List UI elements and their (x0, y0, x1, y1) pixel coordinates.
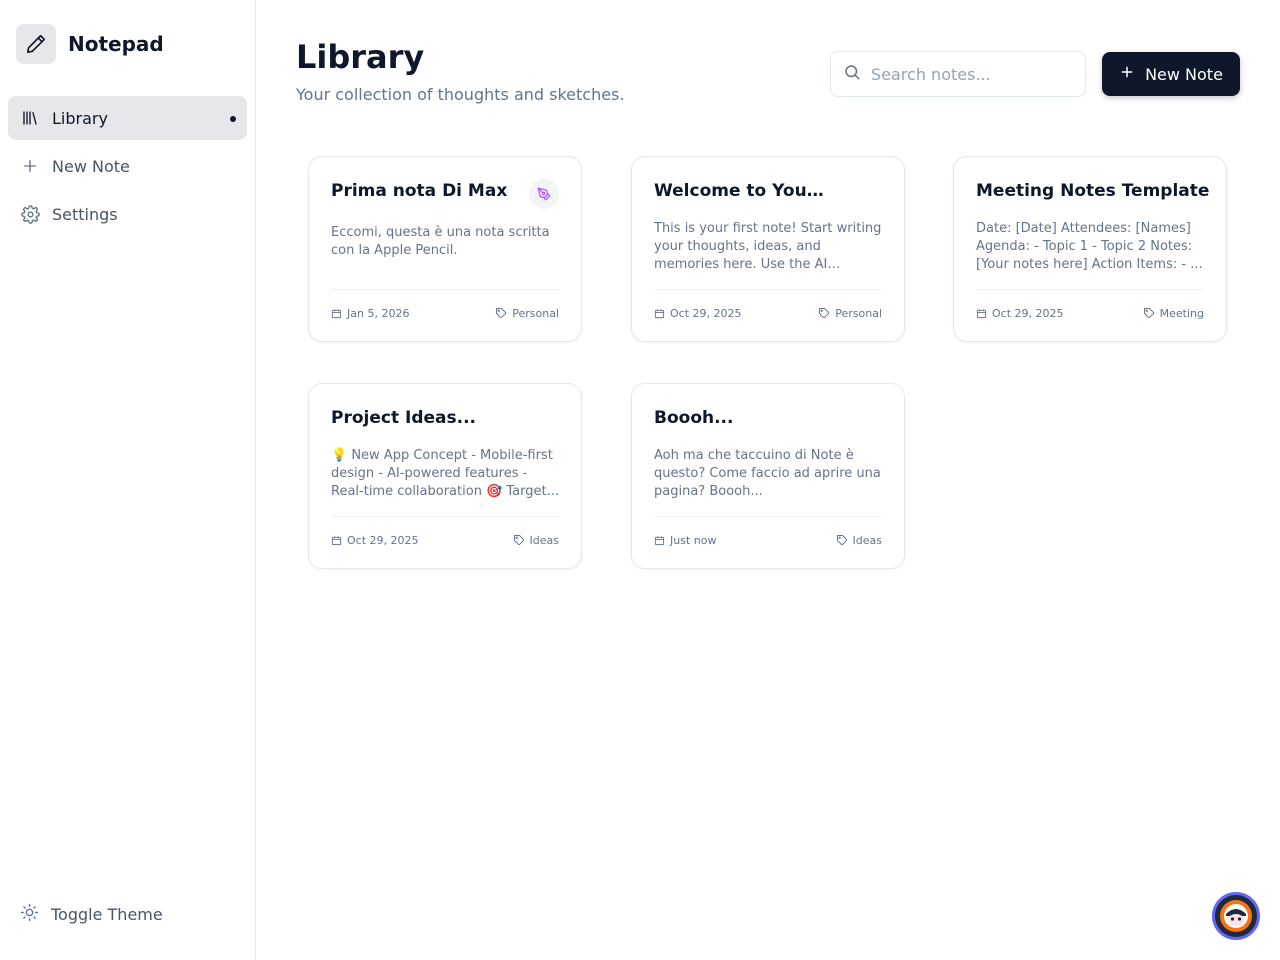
note-card[interactable]: Prima nota Di Max Eccomi, questa è una n… (308, 156, 582, 342)
tag-icon (513, 535, 524, 546)
sidebar-nav: Library New Note Settings (8, 96, 247, 240)
gear-icon (20, 204, 40, 224)
divider (331, 289, 559, 290)
note-date: Oct 29, 2025 (670, 306, 742, 320)
note-meta: Oct 29, 2025 Ideas (331, 532, 559, 548)
calendar-icon (654, 535, 665, 545)
assistant-avatar-button[interactable] (1212, 892, 1260, 940)
sidebar: Notepad Library New Note Settings Toggle… (0, 0, 256, 960)
note-meta: Just now Ideas (654, 532, 882, 548)
sun-icon (20, 903, 39, 926)
note-preview: Date: [Date] Attendees: [Names] Agenda: … (976, 221, 1203, 272)
tag-icon (836, 535, 847, 546)
sidebar-item-settings[interactable]: Settings (8, 192, 247, 236)
note-card[interactable]: Project Ideas... 💡 New App Concept - Mob… (308, 383, 582, 569)
note-title: Welcome to Your Notepad (654, 181, 830, 201)
note-tag: Ideas (529, 533, 559, 547)
brand[interactable]: Notepad (16, 24, 164, 64)
note-preview: Eccomi, questa è una nota scritta con la… (331, 225, 550, 258)
sidebar-item-label: New Note (52, 156, 130, 176)
note-tag: Meeting (1159, 306, 1204, 320)
toggle-theme-button[interactable]: Toggle Theme (8, 892, 247, 936)
page-subtitle: Your collection of thoughts and sketches… (296, 85, 625, 104)
calendar-icon (976, 308, 987, 318)
note-date: Oct 29, 2025 (992, 306, 1064, 320)
note-tag: Personal (835, 306, 882, 320)
note-preview: Aoh ma che taccuino di Note è questo? Co… (654, 448, 881, 499)
toggle-theme-label: Toggle Theme (51, 904, 163, 924)
tag-icon (1143, 308, 1154, 319)
note-meta: Oct 29, 2025 Personal (654, 305, 882, 321)
sidebar-item-label: Library (52, 108, 108, 128)
active-indicator (230, 116, 236, 122)
calendar-icon (331, 308, 342, 318)
search-icon (843, 63, 861, 85)
plus-icon (1119, 64, 1135, 84)
note-meta: Jan 5, 2026 Personal (331, 305, 559, 321)
divider (976, 289, 1204, 290)
note-meta: Oct 29, 2025 Meeting (976, 305, 1204, 321)
app-name: Notepad (68, 32, 164, 56)
plus-icon (20, 156, 40, 176)
note-card[interactable]: Welcome to Your Notepad This is your fir… (631, 156, 905, 342)
note-card[interactable]: Meeting Notes Template Date: [Date] Atte… (953, 156, 1227, 342)
calendar-icon (331, 535, 342, 545)
divider (331, 516, 559, 517)
sidebar-item-label: Settings (52, 204, 118, 224)
sidebar-item-library[interactable]: Library (8, 96, 247, 140)
divider (654, 516, 882, 517)
note-date: Just now (670, 533, 717, 547)
note-card[interactable]: Boooh... Aoh ma che taccuino di Note è q… (631, 383, 905, 569)
note-tag: Personal (512, 306, 559, 320)
search-input[interactable] (871, 64, 1071, 84)
note-date: Oct 29, 2025 (347, 533, 419, 547)
note-title: Prima nota Di Max (331, 181, 508, 201)
note-title: Boooh... (654, 408, 734, 428)
note-date: Jan 5, 2026 (347, 306, 410, 320)
new-note-button-label: New Note (1145, 64, 1223, 84)
note-title: Meeting Notes Template (976, 181, 1210, 201)
note-title: Project Ideas... (331, 408, 476, 428)
pen-nib-icon (529, 179, 559, 209)
calendar-icon (654, 308, 665, 318)
note-tag: Ideas (852, 533, 882, 547)
tag-icon (496, 308, 507, 319)
library-icon (20, 108, 40, 128)
pencil-icon (16, 24, 56, 64)
assistant-avatar-icon (1220, 900, 1252, 932)
page-title: Library (296, 38, 425, 76)
search-box[interactable] (830, 51, 1086, 97)
note-preview: This is your first note! Start writing y… (654, 221, 882, 272)
divider (654, 289, 882, 290)
new-note-button[interactable]: New Note (1102, 52, 1240, 96)
tag-icon (819, 308, 830, 319)
note-preview: 💡 New App Concept - Mobile-first design … (331, 448, 559, 499)
sidebar-item-new-note[interactable]: New Note (8, 144, 247, 188)
